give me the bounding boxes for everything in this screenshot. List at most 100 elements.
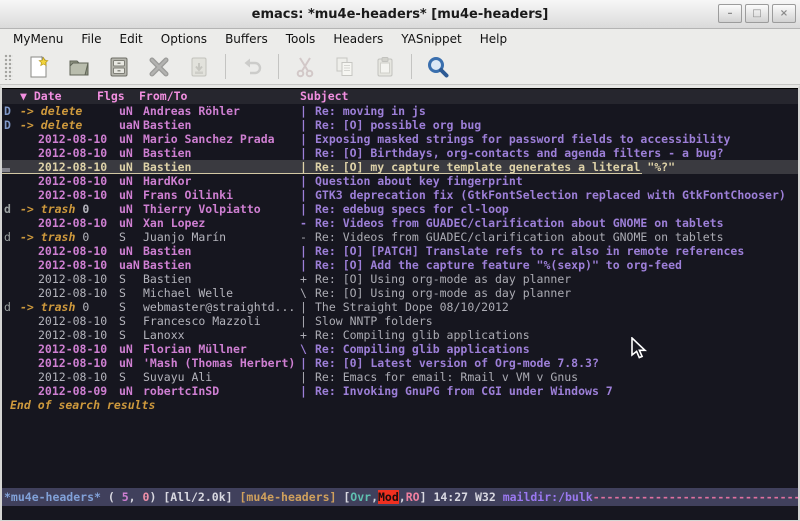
message-row[interactable]: D -> delete uN Andreas Röhler | Re: movi… [2,104,798,118]
message-subject: Re: Emacs for email: Rmail v VM v Gnus [315,370,798,384]
window-controls: – □ × [718,4,796,23]
mark-char: d [4,230,20,244]
thread-indicator: | [300,118,315,132]
message-row[interactable]: 2012-08-10 uN Florian Müllner \ Re: Comp… [2,342,798,356]
modeline-readonly-flag: RO [406,490,420,504]
message-row[interactable]: 2012-08-10 uN HardKor | Question about k… [2,174,798,188]
message-flags: uaN [119,118,143,132]
message-subject: Re: Videos from GUADEC/clarification abo… [315,230,798,244]
column-flags[interactable]: Flgs [97,89,125,104]
message-flags: uN [119,356,143,370]
message-row[interactable]: 2012-08-10 S Lanoxx + Re: Compiling glib… [2,328,798,342]
close-buffer-button[interactable] [146,54,172,80]
message-row[interactable]: 2012-08-10 uN Bastien | Re: [O] [PATCH] … [2,244,798,258]
message-row[interactable]: 2012-08-10 S Bastien + Re: [O] Using org… [2,272,798,286]
cut-button-disabled [292,54,318,80]
message-date [82,118,100,132]
message-date [82,104,100,118]
mark-action: -> delete [20,104,82,118]
close-button[interactable]: × [772,4,796,23]
thread-indicator: \ [300,342,315,356]
message-row[interactable]: 2012-08-10 S Suvayu Ali | Re: Emacs for … [2,370,798,384]
thread-indicator: | [300,244,315,258]
message-row[interactable]: 2012-08-10 uN Bastien | Re: [O] Birthday… [2,146,798,160]
message-row[interactable]: d -> trash 0 S Juanjo Marín - Re: Videos… [2,230,798,244]
toolbar-grip[interactable] [4,54,13,80]
message-row[interactable]: 2012-08-10 uaN Bastien | Re: [O] Add the… [2,258,798,272]
menu-item-file[interactable]: File [72,32,110,46]
modeline[interactable]: *mu4e-headers* ( 5, 0) [All/2.0k] [mu4e-… [2,488,798,506]
menu-item-yasnippet[interactable]: YASnippet [392,32,471,46]
message-date: 2012-08-10 [20,258,107,272]
open-file-button[interactable] [66,54,92,80]
message-row[interactable]: 2012-08-10 uN Frans Oilinki | GTK3 depre… [2,188,798,202]
message-flags: S [119,286,143,300]
mark-char [4,342,20,356]
menu-item-headers[interactable]: Headers [324,32,392,46]
menu-item-tools[interactable]: Tools [277,32,325,46]
message-row[interactable]: d -> trash 0 uN Thierry Volpiatto | Re: … [2,202,798,216]
message-subject: Re: edebug specs for cl-loop [315,202,798,216]
thread-indicator: | [300,370,315,384]
message-from: Juanjo Marín [143,230,300,244]
message-subject: Question about key fingerprint [315,174,798,188]
menu-item-options[interactable]: Options [152,32,216,46]
message-flags: uN [119,132,143,146]
message-row[interactable]: 2012-08-10 S Francesco Mazzoli | Slow NN… [2,314,798,328]
modeline-filler: ------------------------------ [593,490,798,504]
message-row[interactable]: 2012-08-10 uN Xan Lopez - Re: Videos fro… [2,216,798,230]
message-row[interactable]: 2012-08-10 S Michael Welle \ Re: [O] Usi… [2,286,798,300]
toolbar-separator [411,54,412,79]
message-subject: Re: [O] my capture template generates a … [315,160,798,174]
menu-item-buffers[interactable]: Buffers [216,32,277,46]
menu-item-mymenu[interactable]: MyMenu [4,32,72,46]
column-date[interactable]: ▼ Date [20,89,62,104]
message-from: Thierry Volpiatto [143,202,300,216]
message-row[interactable]: 2012-08-09 uN robertcInSD | Re: Invoking… [2,384,798,398]
message-subject: Re: [0] Latest version of Org-mode 7.8.3… [315,356,798,370]
message-row[interactable]: D -> delete uaN Bastien | Re: [O] possib… [2,118,798,132]
message-row[interactable]: d -> trash 0 S webmaster@straightd... | … [2,300,798,314]
message-row[interactable]: 2012-08-10 uN Bastien | Re: [O] my captu… [2,160,798,174]
message-flags: S [119,328,143,342]
message-from: 'Mash (Thomas Herbert) [143,356,300,370]
titlebar[interactable]: emacs: *mu4e-headers* [mu4e-headers] – □… [0,0,800,29]
thread-indicator: - [300,230,315,244]
search-button[interactable] [425,54,451,80]
message-row[interactable]: 2012-08-10 uN Mario Sanchez Prada | Expo… [2,132,798,146]
new-file-button[interactable] [26,54,52,80]
mark-char: D [4,118,20,132]
message-from: Suvayu Ali [143,370,300,384]
message-date: 2012-08-10 [20,160,107,174]
mark-char [4,146,20,160]
mark-char [4,356,20,370]
column-from-to[interactable]: From/To [139,89,187,104]
message-row[interactable]: 2012-08-10 uN 'Mash (Thomas Herbert) | R… [2,356,798,370]
message-flags: uN [119,202,143,216]
message-subject: Re: [O] possible org bug [315,118,798,132]
menu-item-edit[interactable]: Edit [111,32,152,46]
menu-item-help[interactable]: Help [471,32,516,46]
echo-area[interactable] [2,506,798,520]
modeline-major-mode: [mu4e-headers] [239,490,343,504]
mark-char: D [4,104,20,118]
modeline-overwrite-flag: Ovr [350,490,371,504]
maximize-icon: □ [752,9,761,19]
mark-char [4,370,20,384]
paste-button-disabled [372,54,398,80]
mark-char [4,384,20,398]
save-button[interactable] [106,54,132,80]
maximize-button[interactable]: □ [745,4,769,23]
thread-indicator: | [300,300,315,314]
paste-clipboard-icon [373,55,397,79]
column-subject[interactable]: Subject [300,89,348,104]
message-from: webmaster@straightd... [143,300,300,314]
message-date: 2012-08-09 [20,384,107,398]
message-flags: uN [119,244,143,258]
minimize-button[interactable]: – [718,4,742,23]
thread-indicator: | [300,104,315,118]
message-date: 2012-08-10 [20,286,107,300]
message-from: HardKor [143,174,300,188]
message-subject: The Straight Dope 08/10/2012 [315,300,798,314]
message-subject: GTK3 deprecation fix (GtkFontSelection r… [315,188,798,202]
